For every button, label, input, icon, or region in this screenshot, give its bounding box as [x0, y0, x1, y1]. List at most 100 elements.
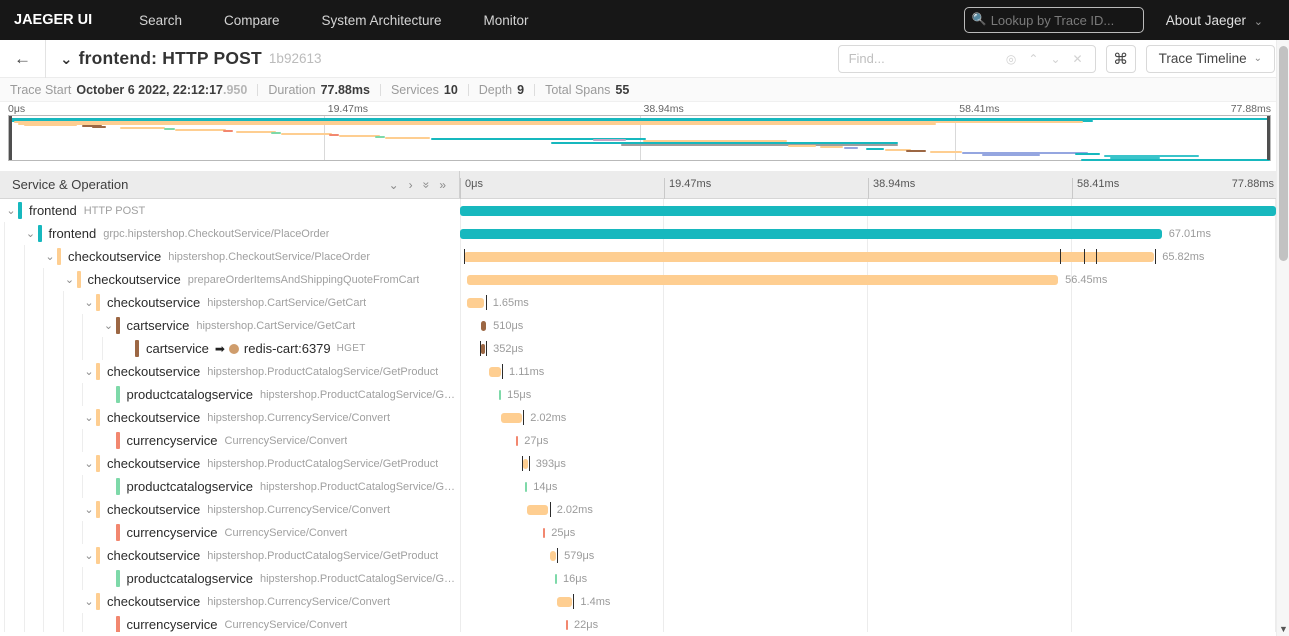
- span-collapse-chevron-icon[interactable]: ⌄: [102, 320, 116, 331]
- about-jaeger-menu[interactable]: About Jaeger ⌄: [1166, 13, 1263, 28]
- span-duration-bar[interactable]: [466, 275, 1059, 285]
- prev-match-icon[interactable]: ⌃: [1022, 52, 1044, 66]
- span-duration-bar[interactable]: [525, 482, 528, 492]
- span-duration-bar[interactable]: [549, 551, 556, 561]
- span-duration-bar[interactable]: [557, 597, 572, 607]
- span-collapse-chevron-icon[interactable]: ⌄: [82, 504, 96, 515]
- span-name-cell[interactable]: productcatalogservice hipstershop.Product…: [0, 475, 460, 498]
- nav-item-compare[interactable]: Compare: [203, 13, 301, 28]
- span-row[interactable]: currencyservice CurrencyService/Convert 27…: [0, 429, 1289, 452]
- span-bar-cell[interactable]: 1.4ms: [460, 590, 1276, 613]
- span-row[interactable]: currencyservice CurrencyService/Convert 22…: [0, 613, 1289, 632]
- span-collapse-chevron-icon[interactable]: ⌄: [24, 228, 38, 239]
- keyboard-shortcuts-button[interactable]: ⌘: [1105, 44, 1136, 73]
- trace-view-selector[interactable]: Trace Timeline ⌄: [1145, 44, 1275, 73]
- span-name-cell[interactable]: currencyservice CurrencyService/Convert: [0, 429, 460, 452]
- span-bar-cell[interactable]: 579μs: [460, 544, 1276, 567]
- span-duration-bar[interactable]: [516, 436, 519, 446]
- span-row[interactable]: productcatalogservice hipstershop.Product…: [0, 567, 1289, 590]
- minimap-range-handle[interactable]: [1267, 116, 1270, 160]
- span-bar-cell[interactable]: 1.11ms: [460, 360, 1276, 383]
- span-row[interactable]: ⌄ checkoutservice hipstershop.ProductCatal…: [0, 360, 1289, 383]
- span-bar-cell[interactable]: [460, 199, 1276, 222]
- span-name-cell[interactable]: ⌄ frontend grpc.hipstershop.CheckoutServic…: [0, 222, 460, 245]
- span-name-cell[interactable]: currencyservice CurrencyService/Convert: [0, 613, 460, 632]
- span-bar-cell[interactable]: 27μs: [460, 429, 1276, 452]
- span-row[interactable]: ⌄ frontend grpc.hipstershop.CheckoutServic…: [0, 222, 1289, 245]
- expand-all-icon[interactable]: »: [434, 178, 451, 192]
- locate-icon[interactable]: ◎: [1000, 52, 1022, 66]
- span-name-cell[interactable]: currencyservice CurrencyService/Convert: [0, 521, 460, 544]
- span-duration-bar[interactable]: [499, 390, 502, 400]
- brand-logo[interactable]: JAEGER UI: [0, 12, 118, 28]
- minimap-canvas[interactable]: [8, 115, 1271, 161]
- span-row[interactable]: cartservice ➡ redis-cart:6379 HGET 352μs: [0, 337, 1289, 360]
- span-collapse-chevron-icon[interactable]: ⌄: [82, 458, 96, 469]
- span-name-cell[interactable]: ⌄ frontend HTTP POST: [0, 199, 460, 222]
- span-duration-bar[interactable]: [460, 229, 1162, 239]
- span-row[interactable]: ⌄ checkoutservice prepareOrderItemsAndShip…: [0, 268, 1289, 291]
- span-collapse-chevron-icon[interactable]: ⌄: [43, 251, 57, 262]
- span-bar-cell[interactable]: 65.82ms: [460, 245, 1276, 268]
- span-duration-bar[interactable]: [543, 528, 546, 538]
- span-bar-cell[interactable]: 510μs: [460, 314, 1276, 337]
- span-name-cell[interactable]: ⌄ checkoutservice hipstershop.ProductCatal…: [0, 360, 460, 383]
- clear-find-icon[interactable]: ✕: [1067, 52, 1089, 66]
- vertical-scrollbar[interactable]: ▼: [1276, 40, 1289, 636]
- span-name-cell[interactable]: ⌄ checkoutservice hipstershop.CurrencyServ…: [0, 590, 460, 613]
- span-duration-bar[interactable]: [527, 505, 549, 515]
- expand-one-icon[interactable]: ›: [404, 178, 418, 192]
- span-name-cell[interactable]: ⌄ checkoutservice hipstershop.CurrencyServ…: [0, 498, 460, 521]
- span-bar-cell[interactable]: 14μs: [460, 475, 1276, 498]
- next-match-icon[interactable]: ⌄: [1044, 52, 1066, 66]
- span-name-cell[interactable]: ⌄ checkoutservice hipstershop.ProductCatal…: [0, 544, 460, 567]
- span-name-cell[interactable]: ⌄ checkoutservice hipstershop.ProductCatal…: [0, 452, 460, 475]
- span-bar-cell[interactable]: 2.02ms: [460, 498, 1276, 521]
- minimap-range-handle[interactable]: [9, 116, 12, 160]
- span-row[interactable]: currencyservice CurrencyService/Convert 25…: [0, 521, 1289, 544]
- span-bar-cell[interactable]: 22μs: [460, 613, 1276, 632]
- span-collapse-chevron-icon[interactable]: ⌄: [82, 297, 96, 308]
- span-duration-bar[interactable]: [464, 252, 1154, 262]
- span-name-cell[interactable]: ⌄ checkoutservice prepareOrderItemsAndShip…: [0, 268, 460, 291]
- span-name-cell[interactable]: ⌄ cartservice hipstershop.CartService/GetC…: [0, 314, 460, 337]
- span-collapse-chevron-icon[interactable]: ⌄: [4, 205, 18, 216]
- span-duration-bar[interactable]: [500, 413, 522, 423]
- span-row[interactable]: ⌄ checkoutservice hipstershop.ProductCatal…: [0, 544, 1289, 567]
- span-name-cell[interactable]: productcatalogservice hipstershop.Product…: [0, 567, 460, 590]
- span-name-cell[interactable]: productcatalogservice hipstershop.Product…: [0, 383, 460, 406]
- back-button[interactable]: ←: [0, 39, 46, 78]
- span-bar-cell[interactable]: 16μs: [460, 567, 1276, 590]
- span-bar-cell[interactable]: 67.01ms: [460, 222, 1276, 245]
- span-row[interactable]: ⌄ checkoutservice hipstershop.CartService/…: [0, 291, 1289, 314]
- span-name-cell[interactable]: ⌄ checkoutservice hipstershop.CurrencyServ…: [0, 406, 460, 429]
- span-row[interactable]: ⌄ checkoutservice hipstershop.ProductCatal…: [0, 452, 1289, 475]
- span-row[interactable]: ⌄ checkoutservice hipstershop.CurrencyServ…: [0, 590, 1289, 613]
- trace-lookup-input[interactable]: [963, 7, 1144, 33]
- span-duration-bar[interactable]: [488, 367, 501, 377]
- find-input[interactable]: [848, 51, 1000, 66]
- span-duration-bar[interactable]: [566, 620, 569, 630]
- span-duration-bar[interactable]: [555, 574, 558, 584]
- span-name-cell[interactable]: ⌄ checkoutservice hipstershop.CartService/…: [0, 291, 460, 314]
- span-row[interactable]: ⌄ checkoutservice hipstershop.CurrencyServ…: [0, 406, 1289, 429]
- span-duration-bar[interactable]: [466, 298, 485, 308]
- span-collapse-chevron-icon[interactable]: ⌄: [63, 274, 77, 285]
- span-collapse-chevron-icon[interactable]: ⌄: [82, 596, 96, 607]
- span-duration-bar[interactable]: [480, 321, 487, 331]
- span-collapse-chevron-icon[interactable]: ⌄: [82, 366, 96, 377]
- span-duration-bar[interactable]: [481, 344, 485, 354]
- span-duration-bar[interactable]: [523, 459, 528, 469]
- span-row[interactable]: ⌄ checkoutservice hipstershop.CurrencyServ…: [0, 498, 1289, 521]
- span-row[interactable]: ⌄ cartservice hipstershop.CartService/GetC…: [0, 314, 1289, 337]
- span-row[interactable]: ⌄ checkoutservice hipstershop.CheckoutServ…: [0, 245, 1289, 268]
- span-row[interactable]: ⌄ frontend HTTP POST: [0, 199, 1289, 222]
- scrollbar-thumb[interactable]: [1279, 46, 1288, 261]
- collapse-one-icon[interactable]: ⌄: [384, 178, 404, 192]
- nav-item-monitor[interactable]: Monitor: [463, 13, 550, 28]
- trace-collapse-toggle[interactable]: ⌄: [60, 50, 73, 68]
- span-name-cell[interactable]: ⌄ checkoutservice hipstershop.CheckoutServ…: [0, 245, 460, 268]
- collapse-all-icon[interactable]: »: [419, 176, 433, 193]
- span-bar-cell[interactable]: 56.45ms: [460, 268, 1276, 291]
- span-bar-cell[interactable]: 15μs: [460, 383, 1276, 406]
